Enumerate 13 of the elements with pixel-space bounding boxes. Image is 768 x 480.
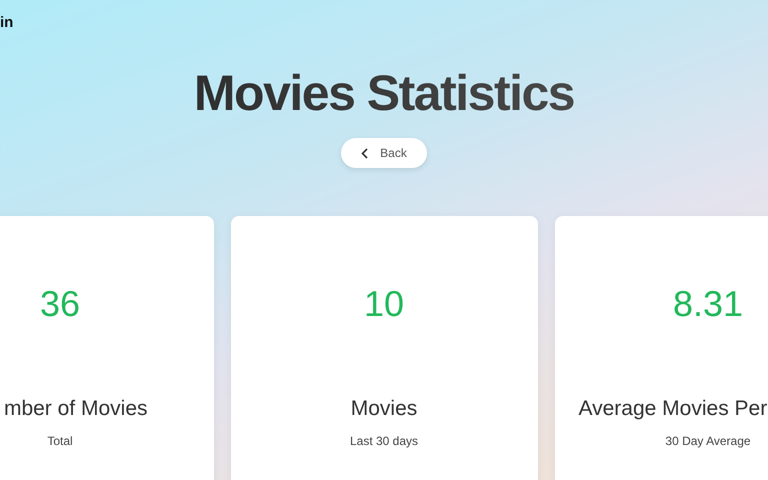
stat-caption: 30 Day Average: [665, 434, 751, 448]
nav-link[interactable]: in: [0, 14, 14, 30]
stat-label: mber of Movies: [4, 397, 148, 420]
stat-label: Movies: [350, 397, 418, 420]
stat-value: 8.31: [672, 284, 744, 324]
stat-caption: Total: [47, 434, 73, 448]
back-button[interactable]: Back: [341, 138, 427, 168]
stat-value: 36: [40, 284, 80, 324]
stat-value: 10: [364, 284, 404, 324]
stat-label: Average Movies Per: [578, 397, 768, 420]
page-title: Movies Statistics: [194, 64, 574, 122]
stat-caption: Last 30 days: [350, 434, 418, 448]
chevron-left-icon: [361, 148, 368, 158]
